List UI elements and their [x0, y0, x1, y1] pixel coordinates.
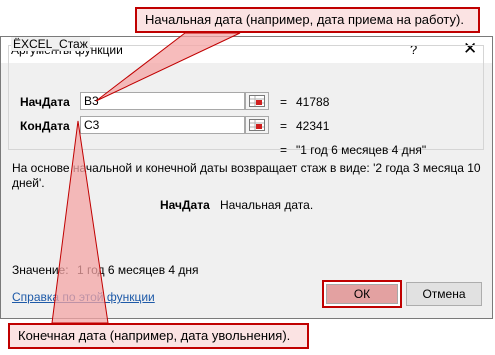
formula-result-value: 1 год 6 месяцев 4 дня — [77, 263, 199, 277]
current-arg-name: НачДата — [160, 198, 210, 212]
function-help-link[interactable]: Справка по этой функции — [12, 290, 155, 304]
callout-end-date: Конечная дата (например, дата увольнения… — [8, 323, 309, 349]
callout-start-date: Начальная дата (например, дата приема на… — [135, 7, 480, 33]
collapse-dialog-icon — [249, 95, 265, 107]
end-date-evaluated: 42341 — [296, 119, 330, 133]
result-eq-sign: = — [280, 143, 288, 157]
function-name: ЁXCEL_Стаж — [11, 37, 90, 51]
end-date-input[interactable]: C3 — [80, 116, 245, 134]
result-preview: "1 год 6 месяцев 4 дня" — [296, 143, 427, 157]
arg-label-end-date: КонДата — [20, 119, 70, 133]
value-label: Значение: — [12, 263, 69, 277]
collapse-dialog-icon — [249, 119, 265, 131]
end-date-range-picker-button[interactable] — [245, 116, 269, 134]
arg-label-start-date: НачДата — [20, 95, 70, 109]
start-date-evaluated: 41788 — [296, 95, 330, 109]
function-description: На основе начальной и конечной даты возв… — [12, 161, 481, 190]
ok-button[interactable]: ОК — [322, 280, 402, 308]
start-date-input[interactable]: B3 — [80, 92, 245, 110]
start-date-range-picker-button[interactable] — [245, 92, 269, 110]
arg-eq-sign: = — [280, 119, 288, 133]
arg-eq-sign: = — [280, 95, 288, 109]
ok-button-label: ОК — [326, 284, 398, 304]
cancel-button[interactable]: Отмена — [406, 282, 482, 306]
current-arg-description: Начальная дата. — [220, 198, 314, 212]
